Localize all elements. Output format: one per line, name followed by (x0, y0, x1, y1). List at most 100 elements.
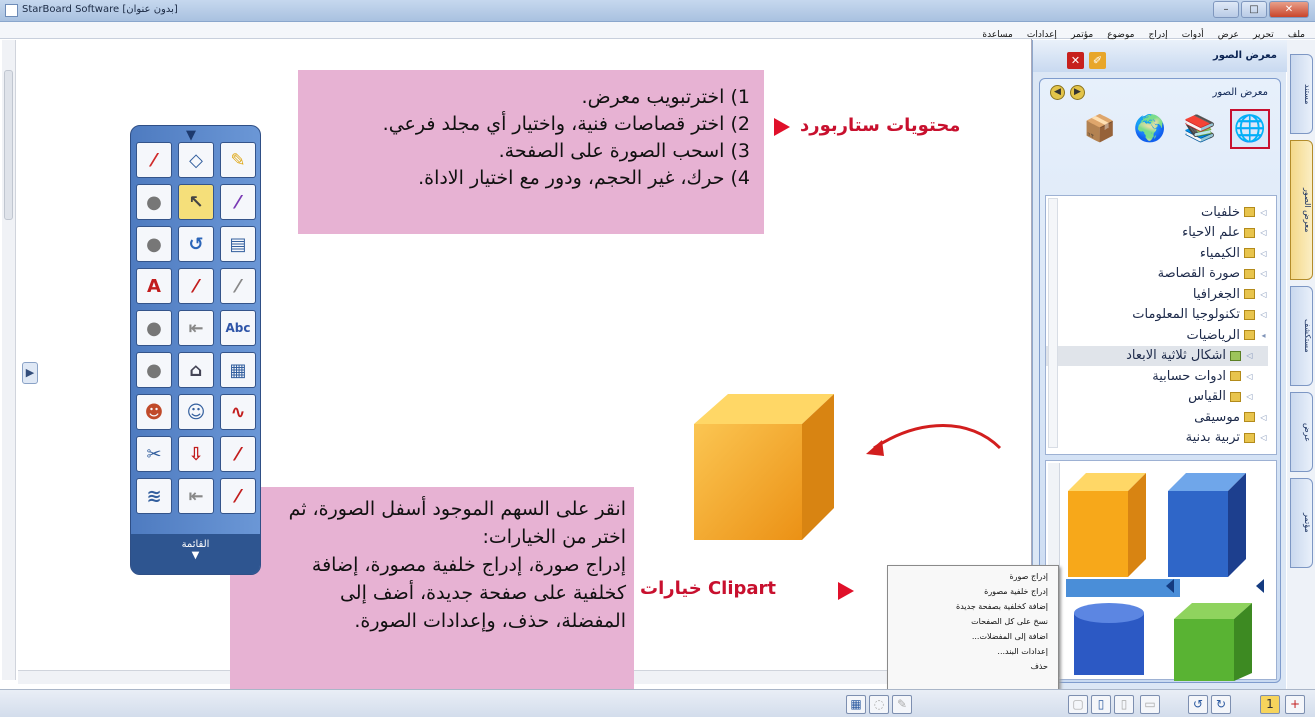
menu-item-insert-image[interactable]: إدراج صورة (888, 569, 1048, 584)
globe-box-icon[interactable]: 🌐 (1230, 109, 1270, 149)
clipboard-icon[interactable]: ✂ (136, 436, 172, 472)
globe-arrow-icon[interactable]: 🌍 (1130, 109, 1170, 149)
thumb-options-arrow-icon[interactable] (1256, 579, 1264, 593)
thumb-blue-cube[interactable] (1168, 473, 1246, 577)
handwriting-icon[interactable]: ∿ (220, 394, 256, 430)
folder-icon (1244, 330, 1255, 341)
tree-item[interactable]: ◁ موسيقى (1046, 407, 1268, 428)
page-number-icon[interactable]: 1 (1260, 695, 1280, 714)
title-bar: StarBoard Software [بدون عنوان] – □ ✕ (0, 0, 1315, 22)
tab-view[interactable]: عرض (1290, 392, 1313, 472)
folder-icon (1244, 268, 1255, 279)
tree-rows: ◁ خلفيات ◁ علم الاحياء ◁ الكيمياء ◁ صورة الق… (1046, 196, 1276, 448)
folder-icon (1230, 350, 1241, 361)
grid-icon[interactable]: ▦ (846, 695, 866, 714)
tree-item[interactable]: ◁ تربية بدنية (1046, 428, 1268, 449)
close-panel-icon[interactable]: ✕ (1067, 52, 1084, 69)
user-icon[interactable]: ☺ (178, 394, 214, 430)
expand-icon: ◁ (1260, 433, 1267, 443)
delete-page-icon[interactable]: ▭ (1140, 695, 1160, 714)
brush-icon[interactable]: ✎ (220, 142, 256, 178)
maximize-button[interactable]: □ (1241, 1, 1267, 18)
option-line: اختر من الخيارات: (482, 526, 626, 548)
text-icon[interactable]: Abc (220, 310, 256, 346)
gallery-subtitle: معرض الصور (1212, 87, 1268, 98)
menu-item-copy-all-pages[interactable]: نسخ على كل الصفحات (888, 614, 1048, 629)
pointer-icon[interactable]: ↖ (178, 184, 214, 220)
pen-icon[interactable]: ✎ (892, 695, 912, 714)
tool-panel-footer[interactable]: القائمة ▼ (131, 534, 260, 574)
menu-item-add-favorites[interactable]: اضافة إلى المفضلات... (888, 629, 1048, 644)
circle-tool-icon[interactable]: ● (136, 352, 172, 388)
pin-icon[interactable]: ✐ (1089, 52, 1106, 69)
magic-pen-icon[interactable]: ⁄ (220, 184, 256, 220)
arrow-left-icon[interactable]: ⇤ (178, 310, 214, 346)
menu-item-insert-background[interactable]: إدراج خلفية مصورة (888, 584, 1048, 599)
tree-item[interactable]: ◁ ادوات حسابية (1046, 366, 1268, 387)
tree-item[interactable]: ◁ علم الاحياء (1046, 223, 1268, 244)
tree-item-selected[interactable]: ◁ اشكال ثلاثية الابعاد (1046, 345, 1268, 366)
copy-page-icon[interactable]: ▯ (1114, 695, 1134, 714)
collapse-icon: ◂ (1261, 330, 1266, 340)
back-icon[interactable]: ⇤ (178, 478, 214, 514)
tree-item[interactable]: ◂ الرياضيات (1046, 325, 1268, 346)
tab-document[interactable]: مستند (1290, 54, 1313, 134)
menu-item-delete[interactable]: حذف (888, 659, 1048, 674)
grid-icon[interactable]: ▦ (220, 352, 256, 388)
tab-explorer[interactable]: مستكشف (1290, 286, 1313, 386)
tree-item[interactable]: ◁ خلفيات (1046, 202, 1268, 223)
users-icon[interactable]: ☻ (136, 394, 172, 430)
close-button[interactable]: ✕ (1269, 1, 1309, 18)
mouse-icon[interactable]: ⌂ (178, 352, 214, 388)
pen-icon[interactable]: ⁄ (178, 268, 214, 304)
open-box-icon[interactable]: 📦 (1080, 109, 1120, 149)
pen-small-icon[interactable]: ⁄ (220, 478, 256, 514)
insert-down-icon[interactable]: ⇩ (178, 436, 214, 472)
thumb-blue-cylinder[interactable] (1074, 603, 1144, 675)
page-icon[interactable]: ▢ (1068, 695, 1088, 714)
eraser-pen-icon[interactable]: ⁄ (136, 142, 172, 178)
cube-clipart[interactable] (684, 388, 844, 548)
folder-icon (1244, 227, 1255, 238)
forward-icon[interactable]: ▶ (1070, 85, 1085, 100)
option-line: انقر على السهم الموجود أسفل الصورة، ثم (288, 498, 626, 520)
add-page-icon[interactable]: + (1285, 695, 1305, 714)
tree-item[interactable]: ◁ الكيمياء (1046, 243, 1268, 264)
tree-item[interactable]: ◁ صورة القصاصة (1046, 264, 1268, 285)
layers-icon[interactable]: ≋ (136, 478, 172, 514)
back-icon[interactable]: ◀ (1050, 85, 1065, 100)
folder-icon (1244, 432, 1255, 443)
vertical-scrollbar[interactable] (2, 40, 16, 680)
menu-item-add-background-new-page[interactable]: إضافة كخلفية بصفحة جديدة (888, 599, 1048, 614)
tree-item[interactable]: ◁ تكنولوجيا المعلومات (1046, 305, 1268, 326)
shapes-icon[interactable]: ◇ (178, 142, 214, 178)
books-icon[interactable]: 📚 (1180, 109, 1220, 149)
new-page-icon[interactable]: ▯ (1091, 695, 1111, 714)
tab-gallery[interactable]: معرض الصور (1290, 140, 1313, 280)
highlighter-icon[interactable]: ⁄ (220, 268, 256, 304)
undo-icon[interactable]: ↺ (1188, 695, 1208, 714)
minimize-button[interactable]: – (1213, 1, 1239, 18)
collapse-arrow-icon[interactable]: ▼ (186, 128, 196, 143)
screen-icon[interactable]: ▤ (220, 226, 256, 262)
tab-conference[interactable]: مؤتمر (1290, 478, 1313, 568)
instructions-box: 1) اخترتبويب معرض. 2) اختر قصاصات فنية، … (298, 70, 764, 234)
circle-tool-icon[interactable]: ● (136, 226, 172, 262)
folder-icon (1244, 207, 1255, 218)
circle-tool-icon[interactable]: ● (136, 310, 172, 346)
expand-left-icon[interactable]: ▶ (22, 362, 38, 384)
thumb-orange-cube[interactable] (1068, 473, 1146, 577)
menu-item-item-settings[interactable]: إعدادات البند... (888, 644, 1048, 659)
tree-item[interactable]: ◁ القياس (1046, 387, 1268, 408)
zoom-icon[interactable]: ◌ (869, 695, 889, 714)
thumb-green-cube[interactable] (1174, 603, 1252, 681)
scroll-thumb[interactable] (4, 70, 13, 220)
line-icon[interactable]: ⁄ (220, 436, 256, 472)
circle-tool-icon[interactable]: ● (136, 184, 172, 220)
tree-item[interactable]: ◁ الجغرافيا (1046, 284, 1268, 305)
undo-icon[interactable]: ↺ (178, 226, 214, 262)
pen-a-icon[interactable]: A (136, 268, 172, 304)
tree-scrollbar[interactable] (1048, 198, 1058, 448)
gallery-panel: معرض الصور ✕ ✐ معرض الصور ◀ ▶ 🌐 📚 🌍 📦 ◁ خ… (1032, 40, 1287, 689)
redo-icon[interactable]: ↻ (1211, 695, 1231, 714)
